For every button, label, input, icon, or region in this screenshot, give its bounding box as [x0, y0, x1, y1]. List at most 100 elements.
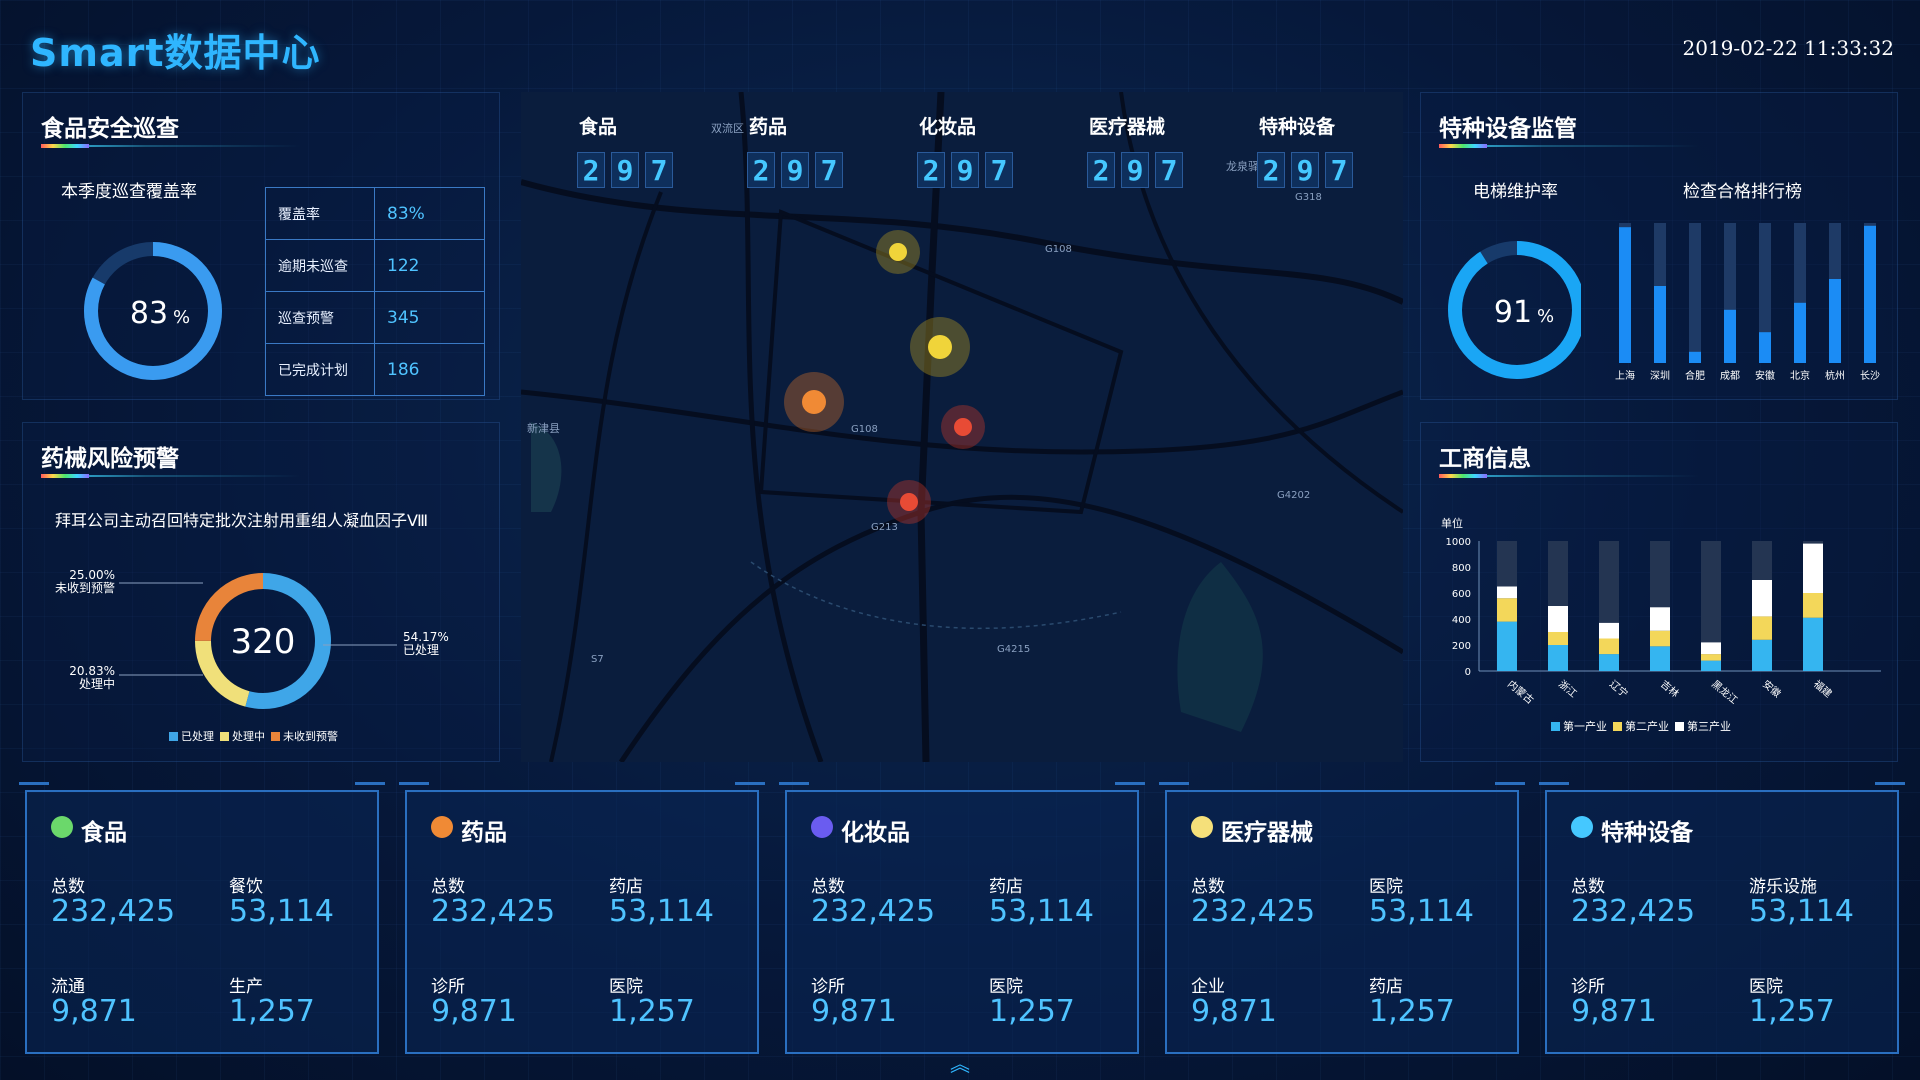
legend-label: 第一产业	[1563, 720, 1607, 733]
category-dot-icon	[1571, 816, 1593, 838]
legend-label: 第三产业	[1687, 720, 1731, 733]
metric-value: 53,114	[989, 894, 1094, 929]
map-category-label[interactable]: 化妆品	[919, 112, 976, 139]
patrol-stats-table: 覆盖率 83% 逾期未巡查 122 巡查预警 345 已完成计划 186	[265, 187, 485, 396]
x-tick-label: 安徽	[1760, 677, 1784, 700]
y-tick-label: 600	[1452, 589, 1471, 600]
counter-digit: 2	[577, 152, 605, 188]
counter-digits: 297	[747, 152, 843, 188]
title-underline	[1439, 144, 1699, 148]
recall-notice[interactable]: 拜耳公司主动召回特定批次注射用重组人凝血因子Ⅷ	[55, 507, 428, 531]
summary-card[interactable]: 化妆品 总数 232,425 药店 53,114 诊所 9,871 医院 1,257	[779, 782, 1145, 1054]
counter-digit: 7	[815, 152, 843, 188]
title-underline	[41, 144, 301, 148]
category-dot-icon	[51, 816, 73, 838]
hotspot-red-2[interactable]	[887, 480, 931, 524]
place-label: 双流区	[711, 122, 744, 135]
metric-value: 9,871	[1571, 994, 1657, 1029]
rank-bar	[1724, 309, 1736, 363]
hotspot-orange[interactable]	[784, 372, 844, 432]
rank-bar-chart: 上海 深圳 合肥 成都 安徽 北京 杭州 长沙	[1615, 223, 1880, 382]
slice-percent: 25.00%	[69, 568, 115, 582]
rank-city-label: 杭州	[1825, 369, 1845, 382]
map-category-label[interactable]: 医疗器械	[1089, 112, 1165, 139]
counter-digits: 297	[1087, 152, 1183, 188]
map-category-label[interactable]: 药品	[749, 112, 787, 139]
gauge-value: 91	[1494, 295, 1532, 330]
metric-value: 232,425	[51, 894, 176, 929]
legend-label: 未收到预警	[283, 730, 338, 743]
city-map[interactable]: 双流区 新津县 龙泉驿 G108 G213 G4215 G4202 S7 G10…	[521, 92, 1403, 762]
hotspot-yellow-large[interactable]	[910, 317, 970, 377]
summary-card[interactable]: 药品 总数 232,425 药店 53,114 诊所 9,871 医院 1,257	[399, 782, 765, 1054]
bar-segment	[1548, 606, 1568, 632]
metric-value: 1,257	[989, 994, 1075, 1029]
table-row: 覆盖率 83%	[265, 187, 485, 240]
metric-value: 9,871	[1191, 994, 1277, 1029]
summary-card[interactable]: 食品 总数 232,425 餐饮 53,114 流通 9,871 生产 1,257	[19, 782, 385, 1054]
scroll-up-chevron-icon[interactable]: ︽	[944, 1054, 976, 1074]
counter-digits: 297	[917, 152, 1013, 188]
bar-segment	[1701, 660, 1721, 671]
bar-segment	[1497, 586, 1517, 599]
panel-title: 特种设备监管	[1439, 116, 1577, 142]
card-title: 化妆品	[841, 820, 910, 846]
y-tick-label: 1000	[1446, 537, 1471, 548]
counter-digit: 9	[951, 152, 979, 188]
legend-item: 第三产业	[1675, 718, 1731, 734]
category-dot-icon	[431, 816, 453, 838]
summary-card[interactable]: 特种设备 总数 232,425 游乐设施 53,114 诊所 9,871 医院 1,257	[1539, 782, 1905, 1054]
x-tick-label: 浙江	[1556, 678, 1579, 700]
counter-digit: 2	[747, 152, 775, 188]
metric-value: 53,114	[609, 894, 714, 929]
x-tick-label: 福建	[1811, 677, 1835, 700]
bar-segment	[1752, 580, 1772, 617]
stat-label: 逾期未巡查	[265, 239, 375, 292]
x-tick-label: 吉林	[1658, 677, 1682, 700]
hotspot-yellow-small[interactable]	[876, 230, 920, 274]
bar-segment	[1701, 642, 1721, 655]
map-category-label[interactable]: 食品	[579, 112, 617, 139]
metric-value: 232,425	[1571, 894, 1696, 929]
place-label: 新津县	[527, 422, 560, 435]
panel-title: 工商信息	[1439, 446, 1531, 472]
slice-percent: 20.83%	[69, 664, 115, 678]
slice-percent: 54.17%	[403, 630, 449, 644]
rank-city-label: 上海	[1615, 369, 1635, 382]
summary-card[interactable]: 医疗器械 总数 232,425 医院 53,114 企业 9,871 药店 1,257	[1159, 782, 1525, 1054]
metric-value: 1,257	[609, 994, 695, 1029]
y-tick-label: 0	[1465, 667, 1471, 678]
rank-label: 检查合格排行榜	[1683, 182, 1802, 202]
metric-value: 1,257	[1369, 994, 1455, 1029]
metric-value: 232,425	[811, 894, 936, 929]
rank-bar-track	[1689, 223, 1701, 363]
bar-segment	[1497, 598, 1517, 622]
counter-digit: 9	[1291, 152, 1319, 188]
metric-value: 53,114	[1749, 894, 1854, 929]
rank-bar	[1654, 286, 1666, 363]
counter-digit: 2	[1087, 152, 1115, 188]
card-title: 特种设备	[1601, 820, 1693, 846]
hotspot-red-1[interactable]	[941, 405, 985, 449]
stat-value: 122	[374, 239, 485, 292]
map-category-label[interactable]: 特种设备	[1259, 112, 1335, 139]
bar-segment	[1803, 543, 1823, 593]
legend-item: 已处理	[169, 728, 214, 744]
table-row: 已完成计划 186	[265, 343, 485, 396]
donut-center-value: 320	[231, 622, 296, 662]
stat-label: 覆盖率	[265, 187, 375, 240]
bar-segment	[1599, 622, 1619, 639]
rank-bar	[1864, 225, 1876, 363]
road-label: G213	[871, 522, 898, 533]
stat-value: 345	[374, 291, 485, 344]
elevator-gauge: 91 %	[1448, 241, 1581, 379]
slice-label: 处理中	[79, 676, 115, 691]
donut-legend: 已处理 处理中 未收到预警	[169, 728, 344, 744]
bar-segment	[1752, 639, 1772, 671]
road-label: G108	[1045, 244, 1072, 255]
metric-value: 1,257	[229, 994, 315, 1029]
counter-digit: 2	[1257, 152, 1285, 188]
counter-digit: 9	[781, 152, 809, 188]
bar-segment	[1599, 638, 1619, 655]
counter-digits: 297	[1257, 152, 1353, 188]
